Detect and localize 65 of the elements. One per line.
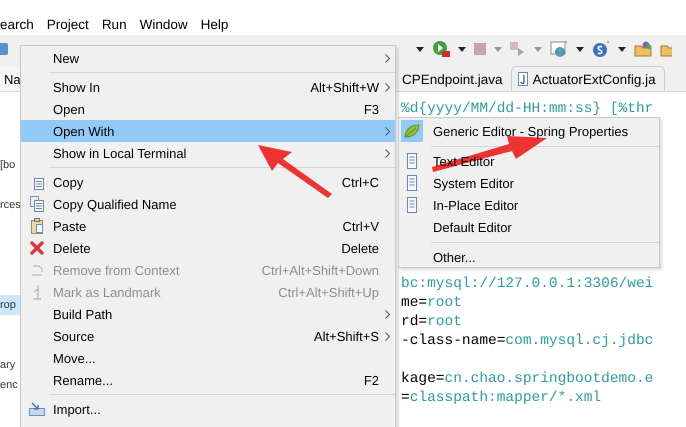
clipboard-icon [30, 218, 44, 234]
java-file-icon [518, 72, 528, 86]
menu-item[interactable]: Other... [399, 246, 659, 268]
code-line: me=root [401, 294, 463, 313]
menu-bar-item[interactable]: earch [0, 16, 34, 32]
chevron-right-icon [384, 310, 390, 318]
chevron-right-icon [384, 126, 390, 136]
document-icon [405, 175, 419, 191]
dropdown-arrow-icon[interactable] [416, 46, 424, 52]
tree-item[interactable]: enc [0, 375, 20, 395]
menu-item[interactable]: Copy Qualified Name [21, 193, 395, 215]
globe-icon[interactable] [550, 40, 568, 58]
menu-item[interactable]: Source Alt+Shift+S [21, 325, 395, 347]
tree-item[interactable]: rces [0, 195, 20, 215]
menu-item[interactable]: Delete Delete [21, 237, 395, 259]
editor-tab[interactable]: ActuatorExtConfig.ja [510, 66, 665, 91]
chevron-right-icon [384, 54, 390, 62]
menu-bar-item[interactable]: Project [46, 16, 89, 32]
menu-item[interactable]: Rename... F2 [21, 369, 395, 391]
dropdown-arrow-icon[interactable] [458, 46, 466, 52]
tree-item[interactable]: ary [0, 355, 20, 375]
code-line: bc:mysql://127.0.0.1:3306/wei [401, 275, 654, 294]
menu-item[interactable]: Open With [21, 120, 395, 142]
menu-bar-item[interactable]: Run [102, 16, 127, 32]
code-line: kage=cn.chao.springbootdemo.e [401, 370, 654, 389]
menu-item[interactable]: New [21, 47, 395, 69]
chevron-right-icon [384, 148, 390, 158]
leaf-icon [404, 124, 420, 138]
menu-item[interactable]: Show In Alt+Shift+W [21, 76, 395, 98]
menu-item[interactable]: Copy Ctrl+C [21, 171, 395, 193]
menu-bar-item[interactable]: Window [140, 16, 188, 32]
tree-item[interactable]: rop [0, 295, 20, 315]
menu-item[interactable]: System Editor [399, 172, 659, 194]
dropdown-arrow-icon[interactable] [576, 46, 584, 52]
code-line: -class-name=com.mysql.cj.jdbc [401, 332, 654, 351]
folder-icon[interactable] [634, 41, 652, 57]
chevron-right-icon [384, 332, 390, 340]
menu-item[interactable]: Paste Ctrl+V [21, 215, 395, 237]
document-icon [30, 196, 44, 212]
code-line: rd=root [401, 313, 463, 332]
menu-item[interactable]: In-Place Editor [399, 194, 659, 216]
menu-bar-item[interactable]: Help [200, 16, 228, 32]
code-line: %d{yyyy/MM/dd-HH:mm:ss} [%thr [401, 100, 654, 119]
toolbar-icon[interactable] [0, 42, 10, 56]
editor-tab[interactable]: CPEndpoint.java [398, 67, 511, 91]
tree-item[interactable]: [bo [0, 155, 20, 175]
remove-icon [30, 263, 44, 277]
document-icon [405, 197, 419, 213]
run-icon[interactable] [432, 40, 450, 58]
import-icon [29, 402, 45, 416]
spring-s-icon[interactable] [592, 40, 610, 58]
menu-item[interactable]: Generic Editor - Spring Properties [399, 120, 659, 142]
view-tab[interactable]: Na [0, 67, 20, 91]
menu-item[interactable]: Move... [21, 347, 395, 369]
document-icon [405, 153, 419, 169]
landmark-icon [30, 284, 44, 300]
menu-item[interactable]: Default Editor [399, 216, 659, 238]
menu-item[interactable]: Show in Local Terminal [21, 142, 395, 164]
menu-item[interactable]: Open F3 [21, 98, 395, 120]
delete-icon [30, 241, 44, 255]
chevron-right-icon [384, 82, 390, 92]
dropdown-arrow-icon[interactable] [618, 46, 626, 52]
code-line: =classpath:mapper/*.xml [401, 389, 602, 408]
menu-item[interactable]: Build Path [21, 303, 395, 325]
menu-item[interactable]: Import... [21, 398, 395, 420]
